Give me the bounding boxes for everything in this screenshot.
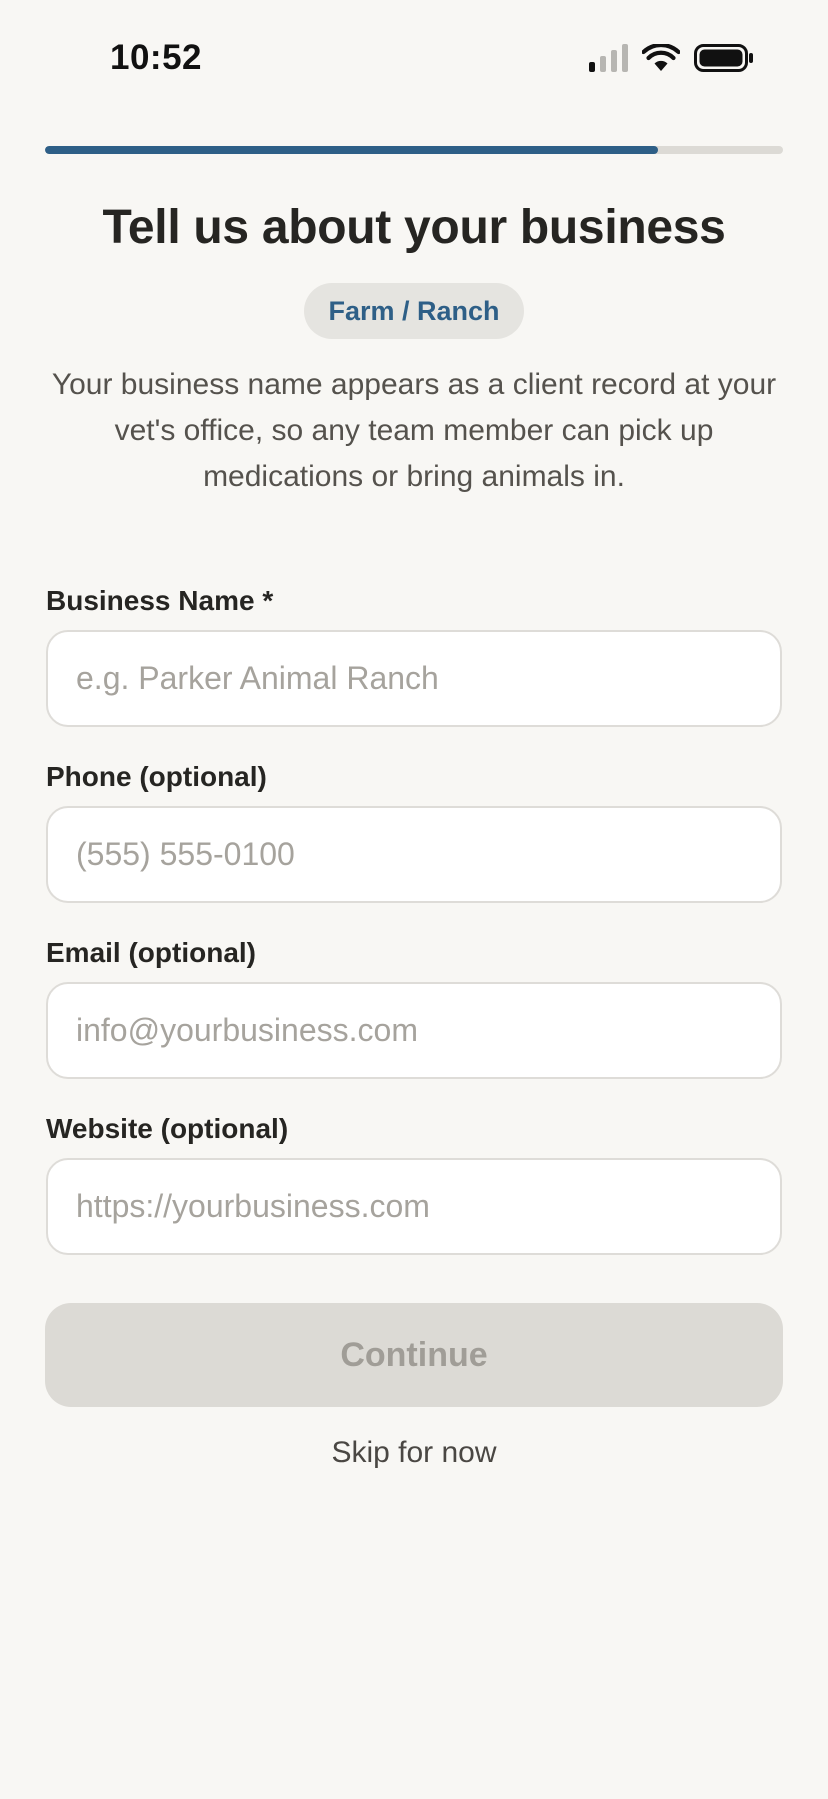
page-title: Tell us about your business — [102, 201, 726, 254]
phone-label: Phone (optional) — [46, 761, 267, 792]
skip-for-now-link[interactable]: Skip for now — [0, 1436, 828, 1470]
page-description: Your business name appears as a client r… — [51, 368, 777, 493]
progress-fill — [45, 146, 658, 154]
status-time: 10:52 — [110, 38, 203, 77]
battery-icon — [694, 44, 753, 72]
email-label: Email (optional) — [46, 937, 256, 968]
category-badge: Farm / Ranch — [304, 283, 524, 339]
continue-button[interactable]: Continue — [45, 1303, 783, 1407]
phone-input[interactable] — [46, 806, 782, 903]
wifi-icon — [642, 44, 680, 71]
business-name-input[interactable] — [46, 630, 782, 727]
onboarding-progress-bar — [45, 146, 783, 154]
status-bar: 10:52 — [0, 0, 828, 120]
email-input[interactable] — [46, 982, 782, 1079]
website-input[interactable] — [46, 1158, 782, 1255]
status-icons — [589, 44, 754, 72]
business-name-label: Business Name * — [46, 585, 274, 616]
website-label: Website (optional) — [46, 1113, 289, 1144]
cellular-signal-icon — [589, 44, 628, 72]
onboarding-business-screen: 10:52 Tell us about your business Farm /… — [0, 0, 828, 1799]
category-badge-container: Farm / Ranch — [0, 283, 828, 339]
